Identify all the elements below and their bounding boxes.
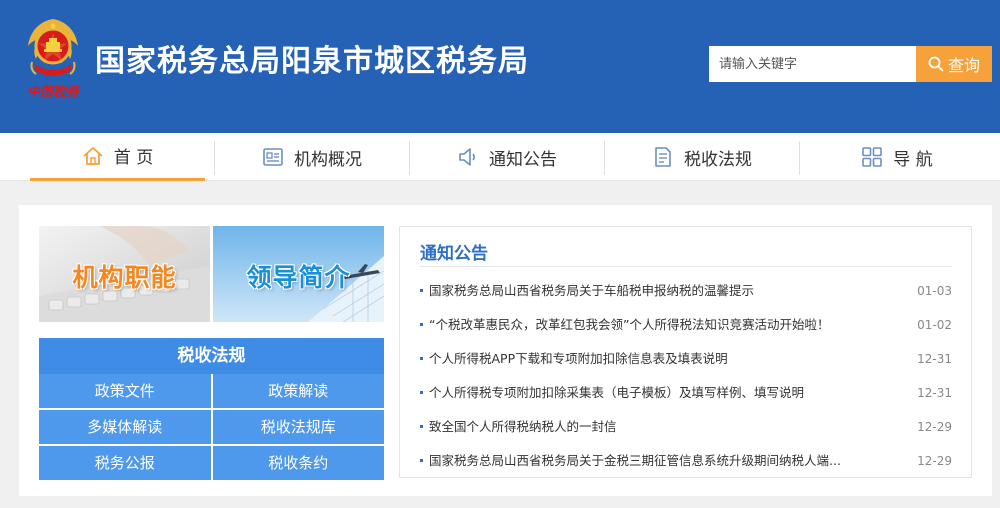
banner-org-functions[interactable]: 机构职能 <box>39 226 210 322</box>
banner-leaders[interactable]: 领导简介 <box>213 226 384 322</box>
notice-item[interactable]: 个人所得税专项附加扣除采集表（电子模板）及填写样例、填写说明 12-31 <box>420 376 952 410</box>
search-button-label: 查询 <box>947 56 980 75</box>
notice-title[interactable]: 国家税务总局山西省税务局关于车船税申报纳税的温馨提示 <box>429 274 899 308</box>
tax-link-tax-bulletin[interactable]: 税务公报 <box>39 446 211 480</box>
tax-regulations-box: 税收法规 政策文件 政策解读 多媒体解读 税收法规库 税务公报 税收条约 <box>39 338 384 480</box>
notice-title[interactable]: 个人所得税专项附加扣除采集表（电子模板）及填写样例、填写说明 <box>429 376 899 410</box>
home-icon <box>83 146 103 165</box>
notice-date: 01-02 <box>917 318 952 332</box>
site-header: 中国税务 国家税务总局阳泉市城区税务局 查询 <box>0 0 1000 133</box>
org-profile-icon <box>263 148 283 166</box>
svg-text:中国税务: 中国税务 <box>27 84 81 100</box>
tax-link-policy-interpretation[interactable]: 政策解读 <box>212 374 384 408</box>
notice-title[interactable]: 个人所得税APP下载和专项附加扣除信息表及填表说明 <box>429 342 899 376</box>
search-bar: 查询 <box>709 46 992 82</box>
bullet-icon <box>420 391 423 394</box>
grid-icon <box>862 147 883 167</box>
nav-label-home: 首 页 <box>113 148 154 168</box>
tax-link-regulations-library[interactable]: 税收法规库 <box>212 410 384 444</box>
bullet-icon <box>420 459 423 462</box>
tax-regulations-grid: 政策文件 政策解读 多媒体解读 税收法规库 税务公报 税收条约 <box>39 374 384 480</box>
nav-item-notices[interactable]: 通知公告 <box>410 133 604 181</box>
nav-item-navigation[interactable]: 导 航 <box>800 133 994 181</box>
banner-label-leaders: 领导简介 <box>246 263 351 292</box>
search-icon <box>928 56 944 72</box>
notice-title[interactable]: 国家税务总局山西省税务局关于金税三期征管信息系统升级期间纳税人端... <box>429 444 899 478</box>
tax-emblem-logo[interactable]: 中国税务 <box>22 16 84 102</box>
speaker-icon <box>459 148 476 166</box>
nav-item-home[interactable]: 首 页 <box>30 133 205 181</box>
notice-list: 国家税务总局山西省税务局关于车船税申报纳税的温馨提示 01-03 “个税改革惠民… <box>420 274 952 478</box>
notice-item[interactable]: 个人所得税APP下载和专项附加扣除信息表及填表说明 12-31 <box>420 342 952 376</box>
document-icon <box>655 147 671 167</box>
notice-title[interactable]: “个税改革惠民众，改革红包我会领”个人所得税法知识竞赛活动开始啦！ <box>429 308 899 342</box>
notice-item[interactable]: 国家税务总局山西省税务局关于金税三期征管信息系统升级期间纳税人端... 12-2… <box>420 444 952 478</box>
notice-board-title[interactable]: 通知公告 <box>420 239 488 264</box>
tax-link-policy-documents[interactable]: 政策文件 <box>39 374 211 408</box>
tax-link-multimedia-interpretation[interactable]: 多媒体解读 <box>39 410 211 444</box>
bullet-icon <box>420 289 423 292</box>
nav-label-tax-regulations: 税收法规 <box>684 149 752 170</box>
notice-divider <box>420 266 952 267</box>
nav-item-org-profile[interactable]: 机构概况 <box>215 133 409 181</box>
nav-item-tax-regulations[interactable]: 税收法规 <box>605 133 799 181</box>
tax-regulations-title: 税收法规 <box>39 338 384 374</box>
site-title: 国家税务总局阳泉市城区税务局 <box>95 44 529 79</box>
notice-title[interactable]: 致全国个人所得税纳税人的一封信 <box>429 410 899 444</box>
nav-label-navigation: 导 航 <box>893 149 933 170</box>
search-input[interactable] <box>709 46 916 82</box>
notice-date: 01-03 <box>917 284 952 298</box>
notice-date: 12-31 <box>917 352 952 366</box>
bullet-icon <box>420 323 423 326</box>
notice-date: 12-31 <box>917 386 952 400</box>
notice-board: 通知公告 国家税务总局山西省税务局关于车船税申报纳税的温馨提示 01-03 “个… <box>399 226 972 478</box>
notice-item[interactable]: “个税改革惠民众，改革红包我会领”个人所得税法知识竞赛活动开始啦！ 01-02 <box>420 308 952 342</box>
nav-label-notices: 通知公告 <box>489 149 557 170</box>
search-button[interactable]: 查询 <box>916 46 992 82</box>
notice-date: 12-29 <box>917 454 952 468</box>
banner-label-org-functions: 机构职能 <box>72 263 177 292</box>
notice-item[interactable]: 国家税务总局山西省税务局关于车船税申报纳税的温馨提示 01-03 <box>420 274 952 308</box>
bullet-icon <box>420 425 423 428</box>
notice-date: 12-29 <box>917 420 952 434</box>
notice-item[interactable]: 致全国个人所得税纳税人的一封信 12-29 <box>420 410 952 444</box>
bullet-icon <box>420 357 423 360</box>
nav-label-org-profile: 机构概况 <box>294 149 362 170</box>
main-nav: 首 页 机构概况 通知公告 税收法规 导 航 <box>0 133 1000 181</box>
tax-link-tax-treaties[interactable]: 税收条约 <box>212 446 384 480</box>
